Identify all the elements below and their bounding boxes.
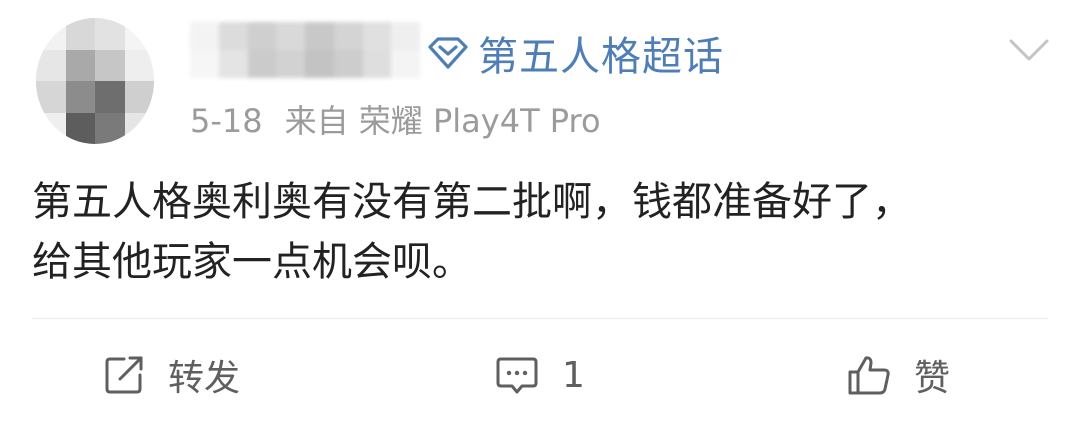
post-meta: 5-18 来自 荣耀 Play4T Pro	[190, 96, 601, 142]
post-date: 5-18	[190, 102, 263, 140]
thumbs-up-icon	[848, 356, 890, 395]
comment-count: 1	[562, 354, 585, 396]
post-text-line: 给其他玩家一点机会呗。	[32, 239, 472, 285]
comment-icon	[496, 357, 538, 394]
topic-name: 第五人格超话	[478, 34, 724, 80]
topic-link[interactable]: 第五人格超话	[424, 25, 724, 81]
like-label: 赞	[914, 358, 951, 399]
action-bar: 转发 1 赞	[0, 330, 1080, 420]
post-text[interactable]: 第五人格奥利奥有没有第二批啊，钱都准备好了， 给其他玩家一点机会呗。	[32, 172, 1052, 292]
weibo-post-card: 第五人格超话 5-18 来自 荣耀 Play4T Pro 第五人格奥利奥有没有第二…	[0, 0, 1080, 423]
comment-button[interactable]: 1	[494, 330, 585, 420]
post-source: 来自 荣耀 Play4T Pro	[284, 102, 601, 140]
username-blurred[interactable]	[190, 22, 420, 78]
share-icon	[105, 356, 143, 394]
divider	[32, 318, 1048, 319]
like-button[interactable]: 赞	[846, 330, 950, 420]
diamond-icon	[428, 37, 468, 69]
repost-label: 转发	[168, 358, 241, 399]
post-text-line: 第五人格奥利奥有没有第二批啊，钱都准备好了，	[32, 179, 912, 225]
avatar[interactable]	[36, 18, 154, 144]
chevron-down-icon[interactable]	[1008, 36, 1050, 64]
repost-button[interactable]: 转发	[102, 330, 240, 420]
